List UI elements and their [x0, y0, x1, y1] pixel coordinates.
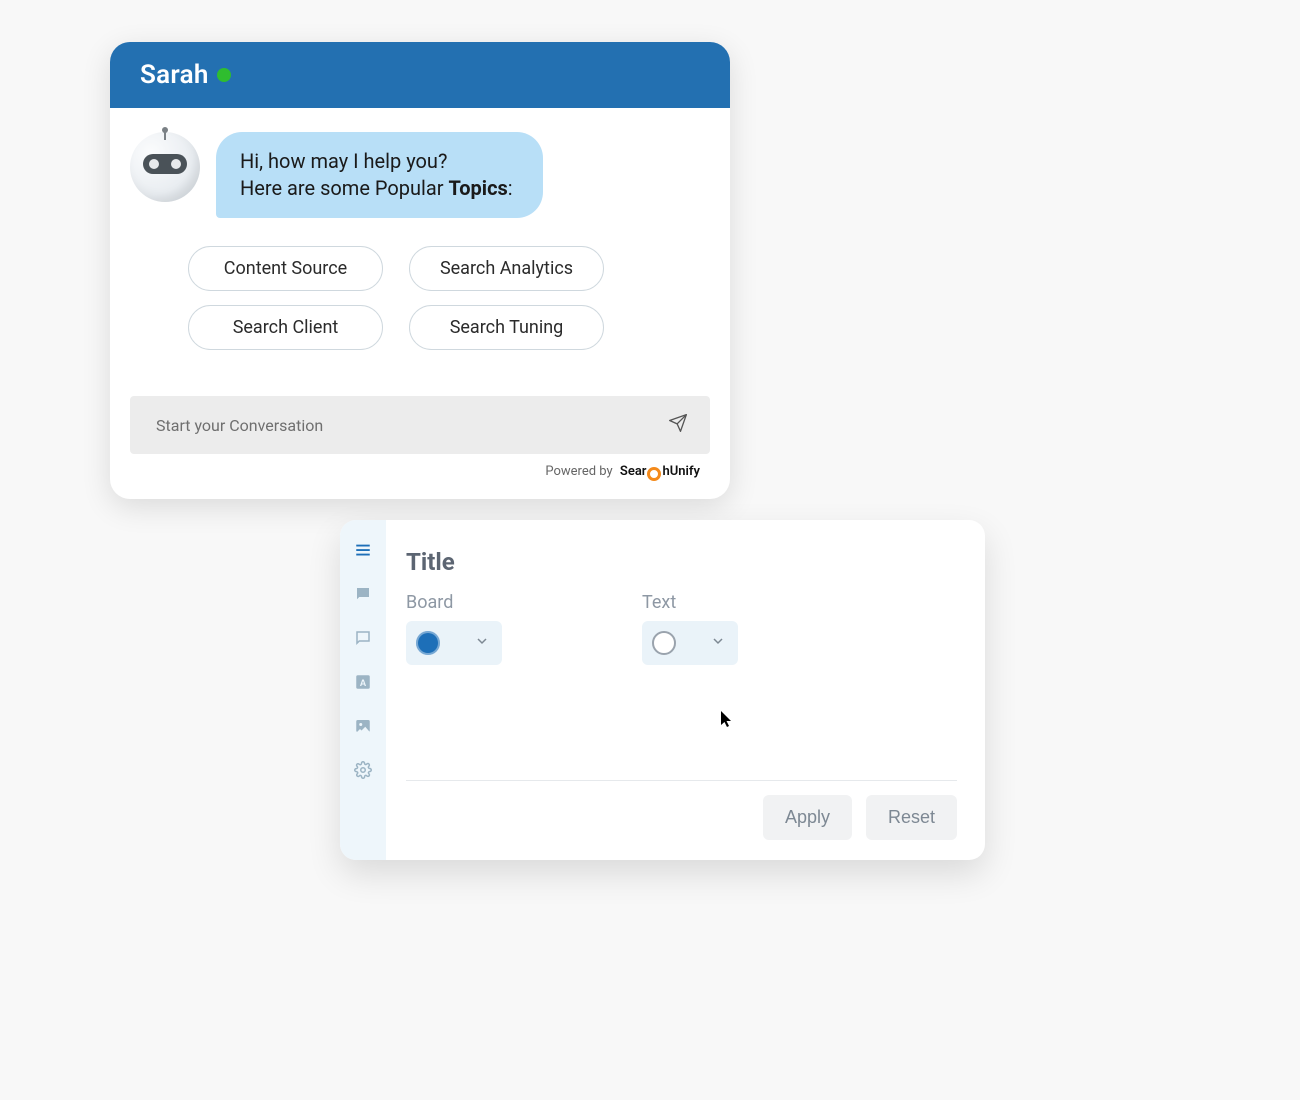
chevron-down-icon	[474, 633, 490, 653]
chat-widget: Sarah Hi, how may I help you? Here are s…	[110, 42, 730, 499]
sidebar-list-icon[interactable]	[353, 540, 373, 560]
chat-body: Hi, how may I help you? Here are some Po…	[110, 108, 730, 360]
chat-input-row[interactable]: Start your Conversation	[130, 396, 710, 454]
board-color-label: Board	[406, 592, 502, 613]
settings-title: Title	[406, 548, 957, 576]
sidebar-image-icon[interactable]	[353, 716, 373, 736]
board-color-swatch	[416, 631, 440, 655]
sidebar-chat-outline-icon[interactable]	[353, 628, 373, 648]
topic-search-client[interactable]: Search Client	[188, 305, 383, 350]
chat-input-placeholder: Start your Conversation	[156, 416, 668, 435]
chat-header: Sarah	[110, 42, 730, 108]
reset-button[interactable]: Reset	[866, 795, 957, 840]
text-color-picker[interactable]	[642, 621, 738, 665]
svg-text:A: A	[360, 678, 367, 688]
board-color-block: Board	[406, 592, 502, 665]
bot-message-row: Hi, how may I help you? Here are some Po…	[130, 132, 702, 218]
apply-button[interactable]: Apply	[763, 795, 852, 840]
settings-sidebar: A	[340, 520, 386, 860]
agent-name: Sarah	[140, 60, 209, 90]
bot-avatar	[130, 132, 200, 202]
settings-actions: Apply Reset	[406, 781, 957, 840]
online-status-dot	[217, 68, 231, 82]
settings-panel: A Title Board Text	[340, 520, 985, 860]
text-color-block: Text	[642, 592, 738, 665]
color-picker-row: Board Text	[406, 592, 957, 665]
topic-search-tuning[interactable]: Search Tuning	[409, 305, 604, 350]
settings-main: Title Board Text	[386, 520, 985, 860]
chevron-down-icon	[710, 633, 726, 653]
topic-pill-grid: Content Source Search Analytics Search C…	[188, 246, 702, 350]
sidebar-chat-filled-icon[interactable]	[353, 584, 373, 604]
powered-by: Powered by SearhUnify	[110, 460, 730, 499]
brand-o-icon	[647, 467, 661, 481]
brand-logo: SearhUnify	[620, 464, 700, 479]
topic-content-source[interactable]: Content Source	[188, 246, 383, 291]
board-color-picker[interactable]	[406, 621, 502, 665]
text-color-label: Text	[642, 592, 738, 613]
topic-search-analytics[interactable]: Search Analytics	[409, 246, 604, 291]
bot-message-line1: Hi, how may I help you?	[240, 148, 513, 175]
sidebar-font-icon[interactable]: A	[353, 672, 373, 692]
send-icon[interactable]	[668, 413, 688, 437]
bot-message-line2: Here are some Popular Topics:	[240, 175, 513, 202]
sidebar-gear-icon[interactable]	[353, 760, 373, 780]
text-color-swatch	[652, 631, 676, 655]
bot-message-bubble: Hi, how may I help you? Here are some Po…	[216, 132, 543, 218]
